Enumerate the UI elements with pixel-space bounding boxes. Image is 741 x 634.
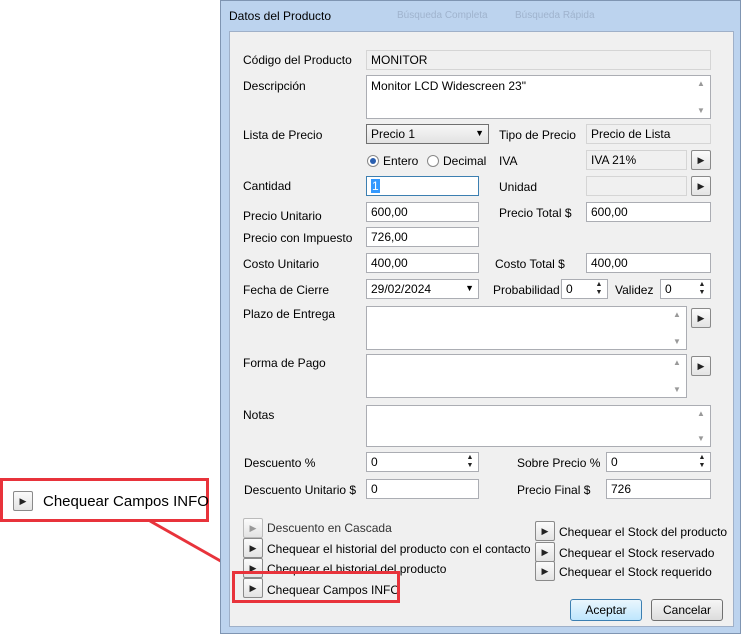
historial-contacto-label: Chequear el historial del producto con e… [267, 542, 531, 556]
stock-producto-button[interactable]: ▶ [535, 521, 555, 541]
precio-unitario-input[interactable]: 600,00 [366, 202, 479, 222]
iva-label: IVA [499, 154, 518, 168]
descripcion-label: Descripción [243, 79, 306, 93]
forma-pago-label: Forma de Pago [243, 356, 326, 370]
descuento-value: 0 [371, 455, 378, 469]
descuento-cascada-label: Descuento en Cascada [267, 521, 392, 535]
tipo-precio-field[interactable]: Precio de Lista [586, 124, 711, 144]
costo-total-label: Costo Total $ [495, 257, 565, 271]
probabilidad-spinner[interactable]: 0 ▲ ▼ [561, 279, 608, 299]
historial-contacto-button[interactable]: ▶ [243, 538, 263, 558]
cantidad-value: 1 [371, 179, 380, 193]
fecha-cierre-label: Fecha de Cierre [243, 283, 330, 297]
aceptar-button[interactable]: Aceptar [570, 599, 642, 621]
campos-info-highlight [232, 571, 400, 603]
fecha-cierre-picker[interactable]: 29/02/2024 ▼ [366, 279, 479, 299]
sobre-precio-label: Sobre Precio % [517, 456, 601, 470]
plazo-entrega-textarea[interactable]: ▲ ▼ [366, 306, 687, 350]
sobre-precio-value: 0 [611, 455, 618, 469]
chevron-down-icon: ▼ [475, 128, 484, 138]
precio-final-label: Precio Final $ [517, 483, 591, 497]
title-bar: Datos del Producto Búsqueda Completa Bús… [221, 1, 740, 31]
lista-precio-label: Lista de Precio [243, 128, 323, 142]
costo-unitario-input[interactable]: 400,00 [366, 253, 479, 273]
entero-label: Entero [383, 154, 419, 168]
stock-reservado-label: Chequear el Stock reservado [559, 546, 715, 560]
stock-requerido-label: Chequear el Stock requerido [559, 565, 712, 579]
unidad-select-button[interactable]: ▶ [691, 176, 711, 196]
descripcion-textarea[interactable]: Monitor LCD Widescreen 23" ▲ ▼ [366, 75, 711, 119]
stock-producto-label: Chequear el Stock del producto [559, 525, 728, 539]
chevron-down-icon: ▼ [465, 283, 474, 293]
codigo-field[interactable]: MONITOR [366, 50, 711, 70]
validez-value: 0 [665, 282, 672, 296]
dialog-window: Datos del Producto Búsqueda Completa Bús… [220, 0, 741, 634]
lista-precio-dropdown[interactable]: Precio 1 ▼ [366, 124, 489, 144]
decimal-label: Decimal [443, 154, 487, 168]
unidad-field[interactable] [586, 176, 687, 196]
costo-unitario-label: Costo Unitario [243, 257, 320, 271]
cancelar-button[interactable]: Cancelar [651, 599, 723, 621]
descuento-spinner[interactable]: 0 ▲ ▼ [366, 452, 479, 472]
descuento-label: Descuento % [244, 456, 316, 470]
descuento-cascada-button[interactable]: ▶ [243, 518, 263, 538]
spinner-arrows-icon[interactable]: ▲ ▼ [463, 454, 477, 471]
sobre-precio-spinner[interactable]: 0 ▲ ▼ [606, 452, 711, 472]
iva-select-button[interactable]: ▶ [691, 150, 711, 170]
entero-radio[interactable] [367, 155, 379, 167]
costo-total-input[interactable]: 400,00 [586, 253, 711, 273]
spinner-arrows-icon[interactable]: ▲ ▼ [695, 454, 709, 471]
spinner-arrows-icon[interactable]: ▲ ▼ [592, 281, 606, 298]
decimal-radio[interactable] [427, 155, 439, 167]
notas-label: Notas [243, 408, 275, 422]
tipo-precio-label: Tipo de Precio [499, 128, 576, 142]
notas-textarea[interactable]: ▲ ▼ [366, 405, 711, 447]
stock-reservado-button[interactable]: ▶ [535, 542, 555, 562]
cantidad-input[interactable]: 1 [366, 176, 479, 196]
iva-field[interactable]: IVA 21% [586, 150, 687, 170]
spinner-arrows-icon[interactable]: ▲ ▼ [695, 281, 709, 298]
lista-precio-value: Precio 1 [371, 127, 416, 141]
descripcion-scrollbar[interactable]: ▲ ▼ [694, 76, 710, 118]
precio-impuesto-label: Precio con Impuesto [243, 231, 353, 245]
descripcion-value: Monitor LCD Widescreen 23" [371, 79, 526, 93]
plazo-entrega-select-button[interactable]: ▶ [691, 308, 711, 328]
forma-pago-textarea[interactable]: ▲ ▼ [366, 354, 687, 398]
descuento-unitario-input[interactable]: 0 [366, 479, 479, 499]
stock-requerido-button[interactable]: ▶ [535, 561, 555, 581]
unidad-label: Unidad [499, 180, 538, 194]
forma-pago-scrollbar[interactable]: ▲ ▼ [670, 355, 686, 397]
codigo-label: Código del Producto [243, 53, 352, 67]
background-tab-1: Búsqueda Completa [397, 10, 488, 21]
precio-final-input[interactable]: 726 [606, 479, 711, 499]
dialog-client: Código del Producto MONITOR Descripción … [229, 31, 734, 627]
notas-scrollbar[interactable]: ▲ ▼ [694, 406, 710, 446]
validez-label: Validez [615, 283, 654, 297]
probabilidad-value: 0 [566, 282, 573, 296]
precio-total-input[interactable]: 600,00 [586, 202, 711, 222]
cantidad-label: Cantidad [243, 179, 292, 193]
plazo-entrega-scrollbar[interactable]: ▲ ▼ [670, 307, 686, 349]
precio-total-label: Precio Total $ [499, 206, 572, 220]
fecha-cierre-value: 29/02/2024 [371, 282, 432, 296]
background-tab-2: Búsqueda Rápida [515, 10, 595, 21]
precio-unitario-label: Precio Unitario [243, 209, 322, 223]
probabilidad-label: Probabilidad [493, 283, 560, 297]
validez-spinner[interactable]: 0 ▲ ▼ [660, 279, 711, 299]
descuento-unitario-label: Descuento Unitario $ [244, 483, 357, 497]
precio-impuesto-input[interactable]: 726,00 [366, 227, 479, 247]
forma-pago-select-button[interactable]: ▶ [691, 356, 711, 376]
window-title: Datos del Producto [229, 9, 332, 23]
plazo-entrega-label: Plazo de Entrega [243, 307, 336, 321]
